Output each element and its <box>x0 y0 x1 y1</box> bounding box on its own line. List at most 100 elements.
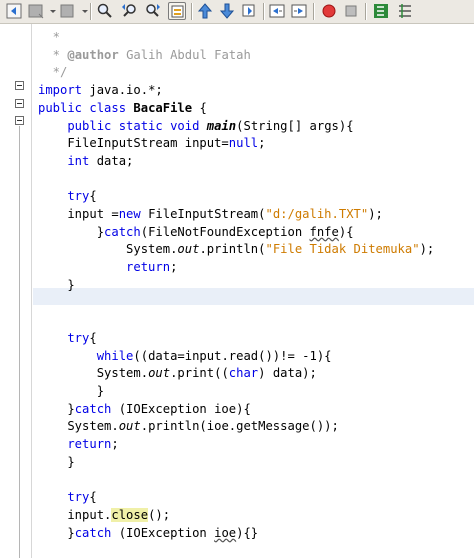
find-previous-icon <box>122 4 136 17</box>
find-selection-icon <box>97 3 112 18</box>
fold-toggle-import[interactable] <box>15 81 24 90</box>
code-line[interactable]: }catch(FileNotFoundException fnfe){ <box>38 224 354 241</box>
code-token: try <box>38 490 90 505</box>
toolbar-separator <box>90 3 91 20</box>
code-token: .println( <box>199 242 266 257</box>
code-line[interactable]: System.out.print((char) data); <box>38 365 317 382</box>
back-button[interactable] <box>5 2 23 20</box>
find-selection-button[interactable] <box>96 2 114 20</box>
code-token: FileInputStream( <box>140 207 266 221</box>
code-token: try <box>38 330 90 345</box>
code-token: { <box>89 490 97 505</box>
code-line[interactable]: while((data=input.read())!= -1){ <box>38 348 332 365</box>
code-token: .println(ioe.getMessage()); <box>140 419 339 434</box>
fold-toggle-class[interactable] <box>15 99 24 108</box>
chevron-down-icon <box>82 10 88 13</box>
code-token: out <box>148 366 171 381</box>
code-token: (FileNotFoundException <box>140 224 310 239</box>
code-line[interactable]: input.close(); <box>38 507 170 524</box>
code-line[interactable]: return; <box>38 259 177 276</box>
code-token: ) data); <box>258 366 317 381</box>
forward-icon <box>28 4 44 19</box>
next-bookmark-button[interactable] <box>218 2 236 20</box>
code-line[interactable]: } <box>38 277 74 294</box>
forward-dropdown[interactable] <box>44 2 56 20</box>
code-line[interactable]: input =new FileInputStream("d:/galih.TXT… <box>38 206 383 223</box>
code-token: return <box>38 437 112 452</box>
code-token: close <box>111 507 149 522</box>
code-token: { <box>192 100 207 115</box>
code-token: public class <box>38 100 127 115</box>
toggle-bookmark-button[interactable] <box>240 2 258 20</box>
toolbar-separator <box>313 3 314 20</box>
next-bookmark-icon <box>219 3 235 19</box>
code-token: ; <box>258 136 266 151</box>
code-line[interactable]: import java.io.*; <box>38 82 163 99</box>
code-token: Galih Abdul Fatah <box>118 47 251 62</box>
fold-toggle-main[interactable] <box>15 116 24 125</box>
code-line[interactable]: }catch (IOException ioe){ <box>38 401 251 418</box>
code-token: ){ <box>338 224 354 239</box>
code-line[interactable]: public static void main(String[] args){ <box>38 118 354 135</box>
code-token: ){} <box>236 525 259 540</box>
code-line[interactable]: public class BacaFile { <box>38 100 207 117</box>
shift-left-button[interactable] <box>268 2 286 20</box>
code-line[interactable]: System.out.println(ioe.getMessage()); <box>38 418 339 435</box>
code-token: ((data=input.read())!= -1){ <box>133 348 332 363</box>
code-token: { <box>89 330 97 345</box>
last-edit-dropdown[interactable] <box>76 2 88 20</box>
code-token: public static void <box>38 118 200 133</box>
previous-bookmark-icon <box>197 3 213 19</box>
code-token: (IOException ioe){ <box>111 401 251 416</box>
code-token: (String[] args){ <box>236 118 354 133</box>
code-line[interactable]: int data; <box>38 153 133 170</box>
code-token: int <box>38 153 90 168</box>
toolbar-separator <box>263 3 264 20</box>
last-edit-icon <box>60 4 74 18</box>
code-token: FileInputStream input= <box>38 136 229 151</box>
code-token: while <box>38 348 134 363</box>
code-line[interactable]: try{ <box>38 489 97 506</box>
toggle-highlight-icon <box>171 5 184 18</box>
code-token: catch <box>74 401 112 416</box>
code-line[interactable]: FileInputStream input=null; <box>38 135 265 152</box>
code-line[interactable]: try{ <box>38 330 97 347</box>
code-token: try <box>38 189 90 204</box>
previous-bookmark-button[interactable] <box>196 2 214 20</box>
last-edit-button[interactable] <box>58 2 76 20</box>
code-token: null <box>228 136 259 151</box>
toolbar-separator <box>365 3 366 20</box>
code-line[interactable]: */ <box>38 64 68 81</box>
code-line[interactable]: try{ <box>38 188 96 205</box>
comment-button[interactable] <box>372 2 390 20</box>
shift-left-icon <box>269 4 285 18</box>
shift-right-button[interactable] <box>290 2 308 20</box>
code-line[interactable]: }catch (IOException ioe){} <box>38 525 258 542</box>
start-macro-button[interactable] <box>320 2 338 20</box>
toggle-highlight-button[interactable] <box>168 2 186 20</box>
code-token: .print(( <box>170 366 229 381</box>
code-line[interactable]: * @author Galih Abdul Fatah <box>38 47 251 64</box>
code-line[interactable]: * <box>38 29 60 46</box>
code-line[interactable]: } <box>38 383 104 400</box>
code-line[interactable]: System.out.println("File Tidak Ditemuka"… <box>38 241 434 258</box>
code-token: input. <box>38 507 112 522</box>
code-token: catch <box>104 224 141 239</box>
code-editor[interactable]: * * @author Galih Abdul Fatah */ import j… <box>38 24 474 558</box>
stop-macro-button[interactable] <box>342 2 360 20</box>
code-token: (IOException <box>111 525 215 540</box>
uncomment-button[interactable] <box>396 2 414 20</box>
code-token: } <box>38 384 105 398</box>
find-next-button[interactable] <box>144 2 162 20</box>
code-token: ; <box>170 260 178 275</box>
find-next-icon <box>146 4 160 17</box>
code-token: * <box>38 30 61 44</box>
code-token: ; <box>111 437 119 452</box>
code-line[interactable]: return; <box>38 436 119 453</box>
forward-button[interactable] <box>27 2 45 20</box>
code-line[interactable]: } <box>38 454 74 471</box>
code-token: char <box>228 366 259 381</box>
find-previous-button[interactable] <box>120 2 138 20</box>
record-icon <box>322 4 336 18</box>
